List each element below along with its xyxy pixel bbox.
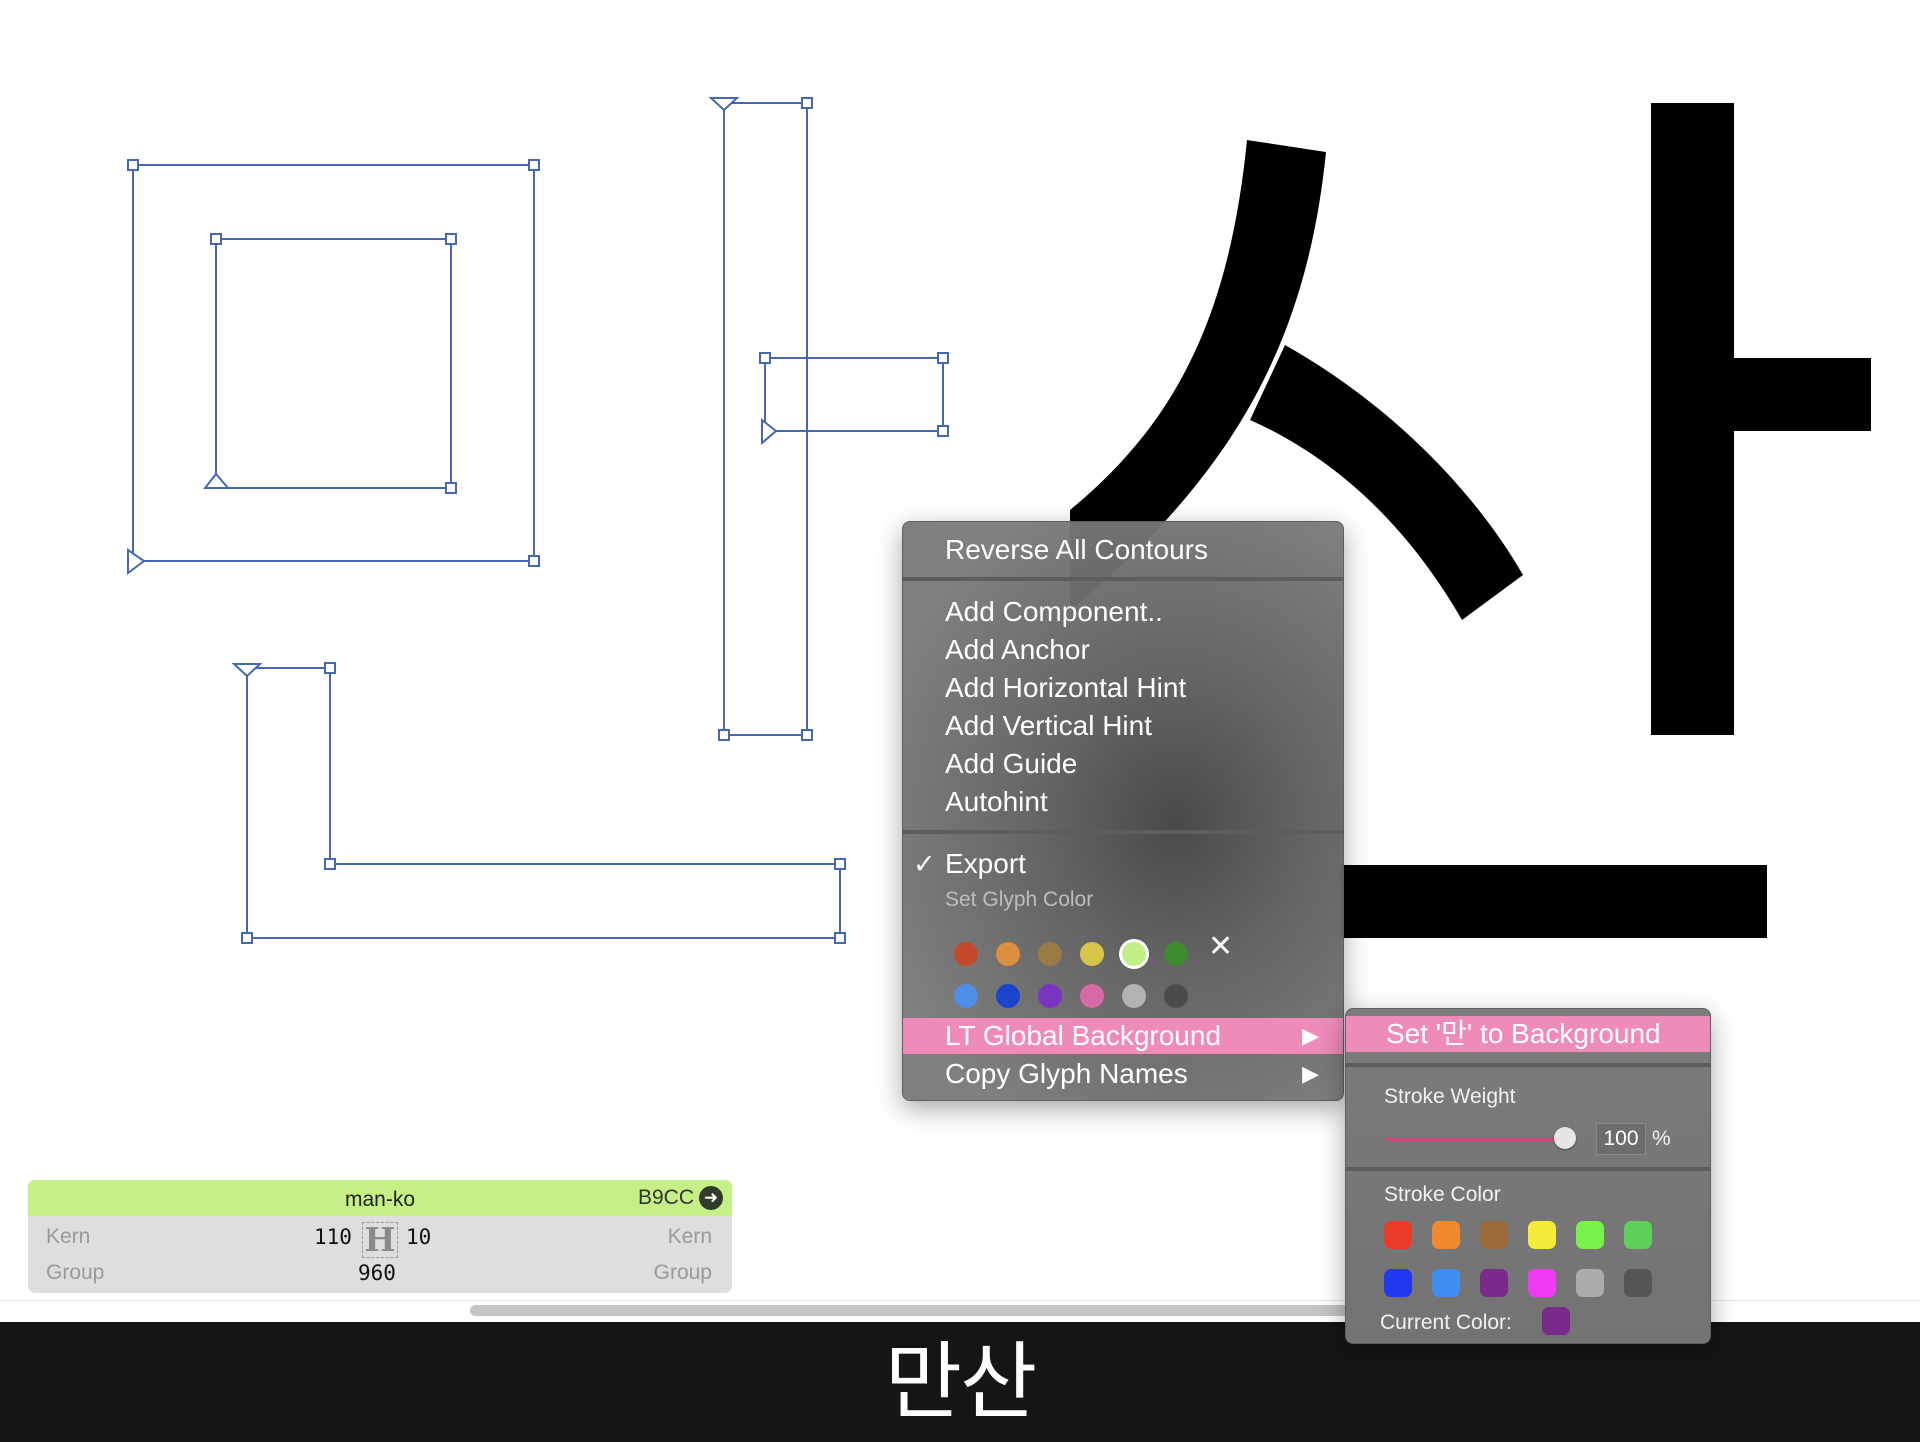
menu-header-set-glyph-color: Set Glyph Color (945, 888, 1094, 911)
stroke-weight-unit: % (1652, 1127, 1671, 1150)
arrow-circle-right-icon[interactable]: ➜ (699, 1186, 723, 1210)
right-sidebearing-value[interactable]: 10 (406, 1225, 431, 1249)
glyph-info-panel: man-ko B9CC ➜ Kern 110 10 Kern H Group 9… (28, 1180, 732, 1293)
outline-glyph-man[interactable] (132, 102, 944, 939)
horizontal-scrollbar[interactable] (470, 1305, 1350, 1316)
glyph-color-swatch[interactable] (1122, 984, 1146, 1008)
glyph-color-swatch[interactable] (1080, 942, 1104, 966)
glyph-color-swatch[interactable] (1038, 942, 1062, 966)
stroke-color-swatch[interactable] (1384, 1221, 1412, 1249)
left-kern-label: Kern (46, 1225, 91, 1248)
glyph-color-swatch[interactable] (954, 942, 978, 966)
menu-item-export[interactable]: ✓ Export (903, 846, 1343, 882)
current-color-label: Current Color: (1380, 1311, 1512, 1334)
glyph-width-value[interactable]: 960 (358, 1261, 396, 1285)
menu-item-add-component[interactable]: Add Component.. (903, 594, 1343, 630)
glyph-color-swatch[interactable] (996, 942, 1020, 966)
glyph-unicode[interactable]: B9CC (638, 1186, 694, 1210)
nieun-contour (246, 667, 841, 939)
menu-item-lt-global-background-label: LT Global Background (945, 1020, 1222, 1051)
checkmark-icon: ✓ (913, 849, 936, 879)
stroke-color-swatch[interactable] (1432, 1269, 1460, 1297)
stroke-weight-slider-knob[interactable] (1554, 1127, 1576, 1149)
menu-separator (903, 577, 1343, 581)
menu-separator (1346, 1063, 1710, 1067)
menu-item-reverse-contours[interactable]: Reverse All Contours (903, 532, 1343, 568)
a-horizontal-contour (764, 357, 944, 432)
menu-item-export-label: Export (945, 848, 1026, 879)
menu-item-copy-glyph-names-label: Copy Glyph Names (945, 1058, 1188, 1089)
stroke-color-swatch[interactable] (1576, 1221, 1604, 1249)
right-group-label: Group (653, 1261, 712, 1284)
stroke-color-swatch[interactable] (1432, 1221, 1460, 1249)
stroke-color-swatch[interactable] (1480, 1221, 1508, 1249)
vowel-horizontal-stroke (1734, 358, 1871, 431)
mieum-inner-contour (215, 238, 452, 489)
nieun-bottom-stroke (1340, 865, 1767, 938)
sidebearing-sample-glyph: H (362, 1222, 398, 1258)
glyph-name[interactable]: man-ko (28, 1188, 732, 1212)
menu-separator (903, 830, 1343, 834)
menu-item-autohint[interactable]: Autohint (903, 784, 1343, 820)
glyph-color-swatch[interactable] (996, 984, 1020, 1008)
glyph-color-swatch[interactable] (954, 984, 978, 1008)
glyph-color-swatch[interactable] (1080, 984, 1104, 1008)
stroke-color-swatch[interactable] (1480, 1269, 1508, 1297)
stroke-color-swatch[interactable] (1528, 1269, 1556, 1297)
stroke-color-swatch[interactable] (1528, 1221, 1556, 1249)
glyph-color-swatch[interactable] (1122, 942, 1146, 966)
glyph-info-header: man-ko B9CC ➜ (28, 1180, 732, 1216)
clear-color-icon[interactable]: ✕ (1208, 932, 1233, 962)
current-color-swatch[interactable] (1542, 1307, 1570, 1335)
menu-item-add-guide[interactable]: Add Guide (903, 746, 1343, 782)
menu-item-copy-glyph-names[interactable]: Copy Glyph Names ▶ (903, 1056, 1343, 1092)
left-group-label: Group (46, 1261, 105, 1284)
glyph-color-swatch[interactable] (1038, 984, 1062, 1008)
context-menu: Reverse All Contours Add Component.. Add… (902, 521, 1344, 1101)
stroke-color-swatch[interactable] (1384, 1269, 1412, 1297)
menu-separator (1346, 1167, 1710, 1171)
stroke-color-swatch[interactable] (1624, 1269, 1652, 1297)
stroke-color-label: Stroke Color (1384, 1183, 1501, 1206)
menu-item-add-horizontal-hint[interactable]: Add Horizontal Hint (903, 670, 1343, 706)
glyph-color-swatch[interactable] (1164, 984, 1188, 1008)
on-curve-points[interactable] (127, 97, 949, 944)
stroke-weight-slider-track[interactable] (1386, 1137, 1566, 1141)
glyph-color-swatch[interactable] (1164, 942, 1188, 966)
menu-item-add-anchor[interactable]: Add Anchor (903, 632, 1343, 668)
vowel-vertical-stroke (1651, 103, 1734, 735)
left-sidebearing-value[interactable]: 110 (314, 1225, 352, 1249)
submenu-arrow-icon: ▶ (1302, 1061, 1319, 1086)
submenu-arrow-icon: ▶ (1302, 1023, 1319, 1048)
lt-background-submenu: Set '만' to Background Stroke Weight 100 … (1345, 1008, 1711, 1344)
stroke-weight-label: Stroke Weight (1384, 1085, 1516, 1108)
menu-item-add-vertical-hint[interactable]: Add Vertical Hint (903, 708, 1343, 744)
menu-item-lt-global-background[interactable]: LT Global Background ▶ (903, 1018, 1343, 1054)
stroke-color-swatch[interactable] (1624, 1221, 1652, 1249)
stroke-color-swatch[interactable] (1576, 1269, 1604, 1297)
stroke-weight-field[interactable]: 100 (1596, 1123, 1646, 1155)
right-kern-label: Kern (667, 1225, 712, 1248)
mieum-outer-contour (132, 164, 535, 562)
menu-item-set-background[interactable]: Set '만' to Background (1346, 1016, 1710, 1052)
